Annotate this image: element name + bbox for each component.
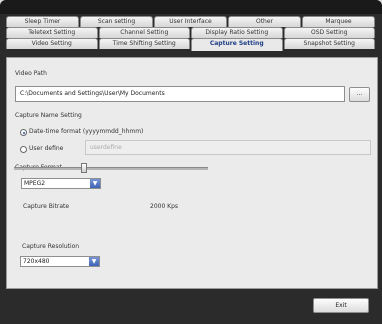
tab-time-shifting-setting[interactable]: Time Shifting Setting <box>98 38 190 49</box>
tab-osd-setting[interactable]: OSD Setting <box>283 27 375 38</box>
tab-row-1: Sleep Timer Scan setting User Interface … <box>6 16 376 27</box>
browse-button[interactable]: ... <box>349 87 370 102</box>
capture-format-value: MPEG2 <box>24 180 46 187</box>
capture-bitrate-value: 2000 Kps <box>150 203 179 210</box>
tab-marquee[interactable]: Marquee <box>302 16 375 27</box>
settings-window: Sleep Timer Scan setting User Interface … <box>0 0 382 324</box>
user-define-label: User define <box>29 145 64 152</box>
radio-date-time-format[interactable] <box>20 129 27 136</box>
tab-video-setting[interactable]: Video Setting <box>6 38 98 49</box>
capture-resolution-value: 720x480 <box>23 258 50 265</box>
tab-display-ratio-setting[interactable]: Display Ratio Setting <box>191 27 283 38</box>
capture-bitrate-slider-thumb[interactable] <box>80 163 87 173</box>
chevron-down-icon[interactable]: ▼ <box>90 179 100 188</box>
tab-scan-setting[interactable]: Scan setting <box>80 16 153 27</box>
title-bar[interactable] <box>0 0 382 14</box>
chevron-down-icon[interactable]: ▼ <box>89 257 99 266</box>
tab-strip: Sleep Timer Scan setting User Interface … <box>6 16 376 60</box>
capture-resolution-select[interactable]: 720x480 ▼ <box>20 256 100 267</box>
capture-format-select[interactable]: MPEG2 ▼ <box>21 178 101 189</box>
tab-user-interface[interactable]: User Interface <box>154 16 227 27</box>
tab-channel-setting[interactable]: Channel Setting <box>98 27 190 38</box>
capture-bitrate-slider-track[interactable] <box>14 167 208 170</box>
capture-name-setting-label: Capture Name Setting <box>15 112 82 119</box>
tab-other[interactable]: Other <box>228 16 301 27</box>
user-define-field[interactable]: userdefine <box>85 140 371 155</box>
tab-teletext-setting[interactable]: Teletext Setting <box>6 27 98 38</box>
capture-resolution-label: Capture Resolution <box>22 243 80 250</box>
video-path-label: Video Path <box>15 70 47 77</box>
tab-row-2: Teletext Setting Channel Setting Display… <box>6 27 376 38</box>
tab-row-3: Video Setting Time Shifting Setting Capt… <box>6 38 376 51</box>
tab-sleep-timer[interactable]: Sleep Timer <box>6 16 79 27</box>
radio-user-define[interactable] <box>20 146 27 153</box>
tab-capture-setting[interactable]: Capture Setting <box>191 38 283 51</box>
exit-button[interactable]: Exit <box>313 298 369 313</box>
capture-bitrate-label: Capture Bitrate <box>23 203 70 210</box>
video-path-field[interactable]: C:\Documents and Settings\User\My Docume… <box>15 86 345 102</box>
tab-snapshot-setting[interactable]: Snapshot Setting <box>283 38 375 49</box>
capture-setting-panel: Video Path C:\Documents and Settings\Use… <box>6 57 378 289</box>
date-time-format-label: Date-time format (yyyymmdd_hhmm) <box>29 128 144 135</box>
